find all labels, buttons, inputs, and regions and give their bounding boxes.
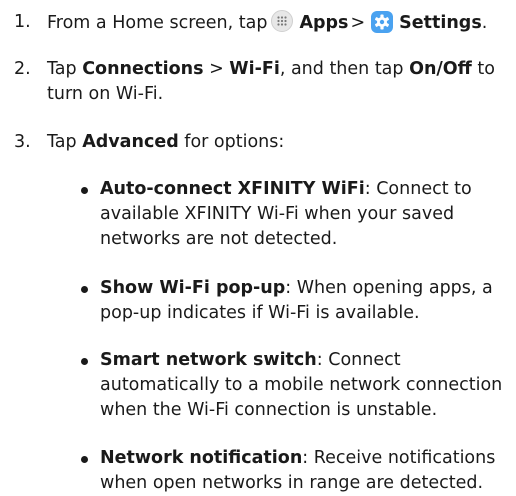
onoff-label: On/Off <box>409 59 472 79</box>
step-2-text-a: Tap <box>47 59 83 79</box>
wifi-label: Wi-Fi <box>229 59 280 79</box>
bullet-dot <box>81 286 88 293</box>
step-3-text-a: Tap <box>47 132 83 152</box>
settings-gear-icon <box>371 11 394 33</box>
option-text: Smart network switch: Connect automatica… <box>100 348 505 423</box>
menu-separator: > <box>350 13 366 33</box>
step-1-prefix: From a Home screen, tap <box>47 13 268 33</box>
option-text: Network notification: Receive notificati… <box>100 446 505 496</box>
option-title: Smart network switch <box>100 350 317 370</box>
step-1-suffix: . <box>481 13 488 33</box>
step-number: 3. <box>14 132 31 152</box>
advanced-label: Advanced <box>82 132 179 152</box>
option-title: Show Wi-Fi pop-up <box>100 278 286 298</box>
bullet-dot <box>81 456 88 463</box>
step-text: Tap Advanced for options: <box>47 130 507 155</box>
apps-grid-icon <box>271 10 294 32</box>
step-text: Tap Connections > Wi-Fi, and then tap On… <box>47 57 507 107</box>
connections-label: Connections <box>82 59 204 79</box>
apps-label: Apps <box>299 13 349 33</box>
step-number: 2. <box>14 59 31 79</box>
option-title: Network notification <box>100 448 303 468</box>
bullet-dot <box>81 358 88 365</box>
option-text: Show Wi-Fi pop-up: When opening apps, a … <box>100 276 505 326</box>
bullet-dot <box>81 187 88 194</box>
step-text: From a Home screen, tap Apps > Settings. <box>47 10 507 36</box>
option-text: Auto-connect XFINITY WiFi: Connect to av… <box>100 177 505 252</box>
menu-separator: > <box>203 59 230 79</box>
step-2-text-b: , and then tap <box>279 59 410 79</box>
settings-label: Settings <box>399 13 482 33</box>
step-3-text-b: for options: <box>178 132 285 152</box>
option-title: Auto-connect XFINITY WiFi <box>100 179 365 199</box>
step-number: 1. <box>14 12 31 32</box>
